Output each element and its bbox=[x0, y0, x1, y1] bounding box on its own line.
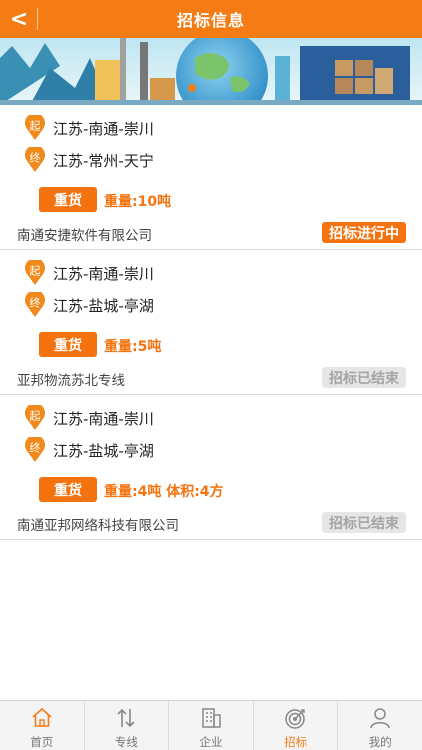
bottom-tab-bar: 首页 专线 企业 招标 我的 bbox=[0, 700, 422, 750]
origin-mark: 起 bbox=[30, 410, 41, 423]
origin-pin-icon: 起 bbox=[25, 260, 45, 285]
tab-bidding-label: 招标 bbox=[284, 735, 308, 749]
building-icon bbox=[202, 708, 221, 728]
listing-card[interactable]: 起 江苏-南通-崇川 终 江苏-盐城-亭湖 重货 重量:5吨 亚邦物流苏北专线 … bbox=[0, 250, 422, 395]
destination-mark: 终 bbox=[30, 151, 41, 165]
tab-route[interactable]: 专线 bbox=[85, 701, 170, 750]
destination-row: 终 江苏-盐城-亭湖 bbox=[24, 292, 154, 318]
company-name: 亚邦物流苏北专线 bbox=[17, 373, 125, 389]
destination-text: 江苏-盐城-亭湖 bbox=[53, 441, 154, 460]
origin-mark: 起 bbox=[30, 120, 41, 133]
destination-pin-icon: 终 bbox=[25, 147, 45, 172]
origin-row: 起 江苏-南通-崇川 bbox=[24, 405, 154, 431]
tab-enterprise[interactable]: 企业 bbox=[169, 701, 254, 750]
tab-home-label: 首页 bbox=[30, 735, 54, 749]
company-name: 南通亚邦网络科技有限公司 bbox=[17, 518, 179, 534]
tab-home[interactable]: 首页 bbox=[0, 701, 85, 750]
destination-text: 江苏-常州-天宁 bbox=[53, 151, 154, 170]
destination-mark: 终 bbox=[30, 441, 41, 455]
destination-text: 江苏-盐城-亭湖 bbox=[53, 296, 154, 315]
tab-enterprise-label: 企业 bbox=[199, 735, 223, 749]
origin-pin-icon: 起 bbox=[25, 405, 45, 430]
origin-pin-icon: 起 bbox=[25, 115, 45, 140]
origin-text: 江苏-南通-崇川 bbox=[53, 264, 154, 283]
destination-pin-icon: 终 bbox=[25, 437, 45, 462]
home-icon bbox=[32, 707, 52, 727]
route-icon bbox=[117, 708, 135, 728]
tab-mine-label: 我的 bbox=[368, 735, 392, 749]
origin-row: 起 江苏-南通-崇川 bbox=[24, 260, 154, 286]
tab-route-label: 专线 bbox=[114, 735, 138, 749]
cargo-details: 重量:4吨 体积:4方 bbox=[104, 484, 224, 500]
page-title: 招标信息 bbox=[176, 11, 245, 30]
destination-mark: 终 bbox=[30, 296, 41, 310]
tab-mine[interactable]: 我的 bbox=[338, 701, 422, 750]
status-badge: 招标已结束 bbox=[322, 367, 406, 388]
origin-text: 江苏-南通-崇川 bbox=[53, 409, 154, 428]
cargo-type-tag: 重货 bbox=[39, 187, 97, 212]
origin-row: 起 江苏-南通-崇川 bbox=[24, 115, 154, 141]
destination-row: 终 江苏-常州-天宁 bbox=[24, 147, 154, 173]
status-badge: 招标进行中 bbox=[322, 222, 406, 243]
cargo-details: 重量:10吨 bbox=[104, 194, 172, 210]
origin-text: 江苏-南通-崇川 bbox=[53, 119, 154, 138]
cargo-details: 重量:5吨 bbox=[104, 339, 162, 355]
tab-bidding[interactable]: 招标 bbox=[254, 701, 339, 750]
header-bar: < 招标信息 bbox=[0, 0, 422, 38]
back-button[interactable]: < bbox=[0, 0, 38, 38]
listing-card[interactable]: 起 江苏-南通-崇川 终 江苏-盐城-亭湖 重货 重量:4吨 体积:4方 南通亚… bbox=[0, 395, 422, 540]
user-icon bbox=[370, 708, 390, 729]
cargo-type-tag: 重货 bbox=[39, 477, 97, 502]
status-badge: 招标已结束 bbox=[322, 512, 406, 533]
listing-card[interactable]: 起 江苏-南通-崇川 终 江苏-常州-天宁 重货 重量:10吨 南通安捷软件有限… bbox=[0, 105, 422, 250]
company-name: 南通安捷软件有限公司 bbox=[17, 228, 152, 244]
banner-image bbox=[0, 38, 422, 105]
target-icon bbox=[284, 709, 305, 729]
cargo-type-tag: 重货 bbox=[39, 332, 97, 357]
destination-row: 终 江苏-盐城-亭湖 bbox=[24, 437, 154, 463]
destination-pin-icon: 终 bbox=[25, 292, 45, 317]
origin-mark: 起 bbox=[30, 265, 41, 278]
